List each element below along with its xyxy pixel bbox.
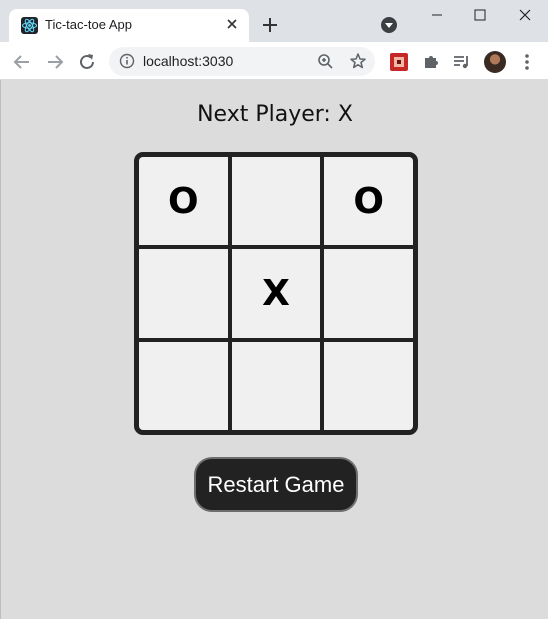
board-cell[interactable]: O [324,157,413,246]
avatar[interactable] [484,51,506,73]
board-cell[interactable]: O [139,157,228,246]
url-text[interactable]: localhost:3030 [143,53,233,69]
browser-toolbar: localhost:3030 [0,42,548,80]
reload-icon[interactable] [76,51,98,73]
tab-search-icon[interactable] [380,16,398,34]
board-cell[interactable] [324,341,413,430]
address-bar[interactable]: localhost:3030 [109,47,375,76]
plus-icon[interactable] [259,14,281,36]
restart-game-button[interactable]: Restart Game [194,457,358,512]
tab-title: Tic-tac-toe App [45,17,132,32]
page-content: Next Player: X O O X Restart Game [0,80,548,619]
menu-icon[interactable] [518,52,536,72]
extension-icon[interactable] [389,52,409,72]
forward-icon[interactable] [44,51,66,73]
board-cell[interactable]: X [231,249,321,338]
react-favicon-icon [21,17,38,34]
back-icon[interactable] [11,51,33,73]
minimize-icon[interactable] [422,4,452,26]
board-cell[interactable] [324,249,413,338]
browser-tab[interactable]: Tic-tac-toe App [9,9,249,42]
board-cell[interactable] [231,157,321,246]
info-icon[interactable] [119,53,135,69]
game-board: O O X [134,152,418,435]
tab-bar: Tic-tac-toe App [0,0,548,42]
maximize-icon[interactable] [465,4,495,26]
board-cell[interactable] [139,249,228,338]
zoom-icon[interactable] [317,53,334,70]
puzzle-icon[interactable] [421,52,441,72]
star-icon[interactable] [349,52,367,70]
board-cell[interactable] [139,341,228,430]
close-icon[interactable] [224,16,240,32]
window-close-icon[interactable] [510,4,540,26]
board-cell[interactable] [231,341,321,430]
game-status: Next Player: X [197,102,353,127]
media-icon[interactable] [452,52,472,72]
